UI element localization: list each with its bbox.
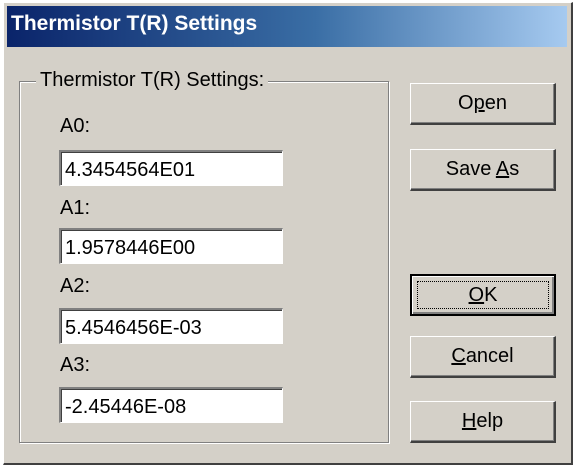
title-bar[interactable]: Thermistor T(R) Settings <box>7 6 567 47</box>
group-box-legend: Thermistor T(R) Settings: <box>36 69 269 92</box>
save-as-button[interactable]: Save As <box>410 149 556 191</box>
cancel-button-label: Cancel <box>451 345 514 367</box>
a1-field[interactable] <box>59 228 283 264</box>
window-title: Thermistor T(R) Settings <box>11 12 258 35</box>
a3-label: A3: <box>60 354 91 376</box>
ok-button-label: OK <box>468 284 498 306</box>
a1-label: A1: <box>60 197 91 219</box>
open-button[interactable]: Open <box>410 83 556 125</box>
a0-field[interactable] <box>59 150 283 186</box>
save-as-button-label: Save As <box>445 158 520 180</box>
help-button-label: Help <box>461 410 504 432</box>
a0-label: A0: <box>60 115 91 137</box>
a3-field[interactable] <box>59 387 283 423</box>
cancel-button[interactable]: Cancel <box>410 336 556 378</box>
help-button[interactable]: Help <box>410 401 556 443</box>
open-button-label: Open <box>458 92 507 114</box>
a2-field[interactable] <box>59 308 283 344</box>
thermistor-settings-dialog: Thermistor T(R) Settings Thermistor T(R)… <box>3 2 573 465</box>
ok-button[interactable]: OK <box>410 274 556 316</box>
a2-label: A2: <box>60 275 91 297</box>
